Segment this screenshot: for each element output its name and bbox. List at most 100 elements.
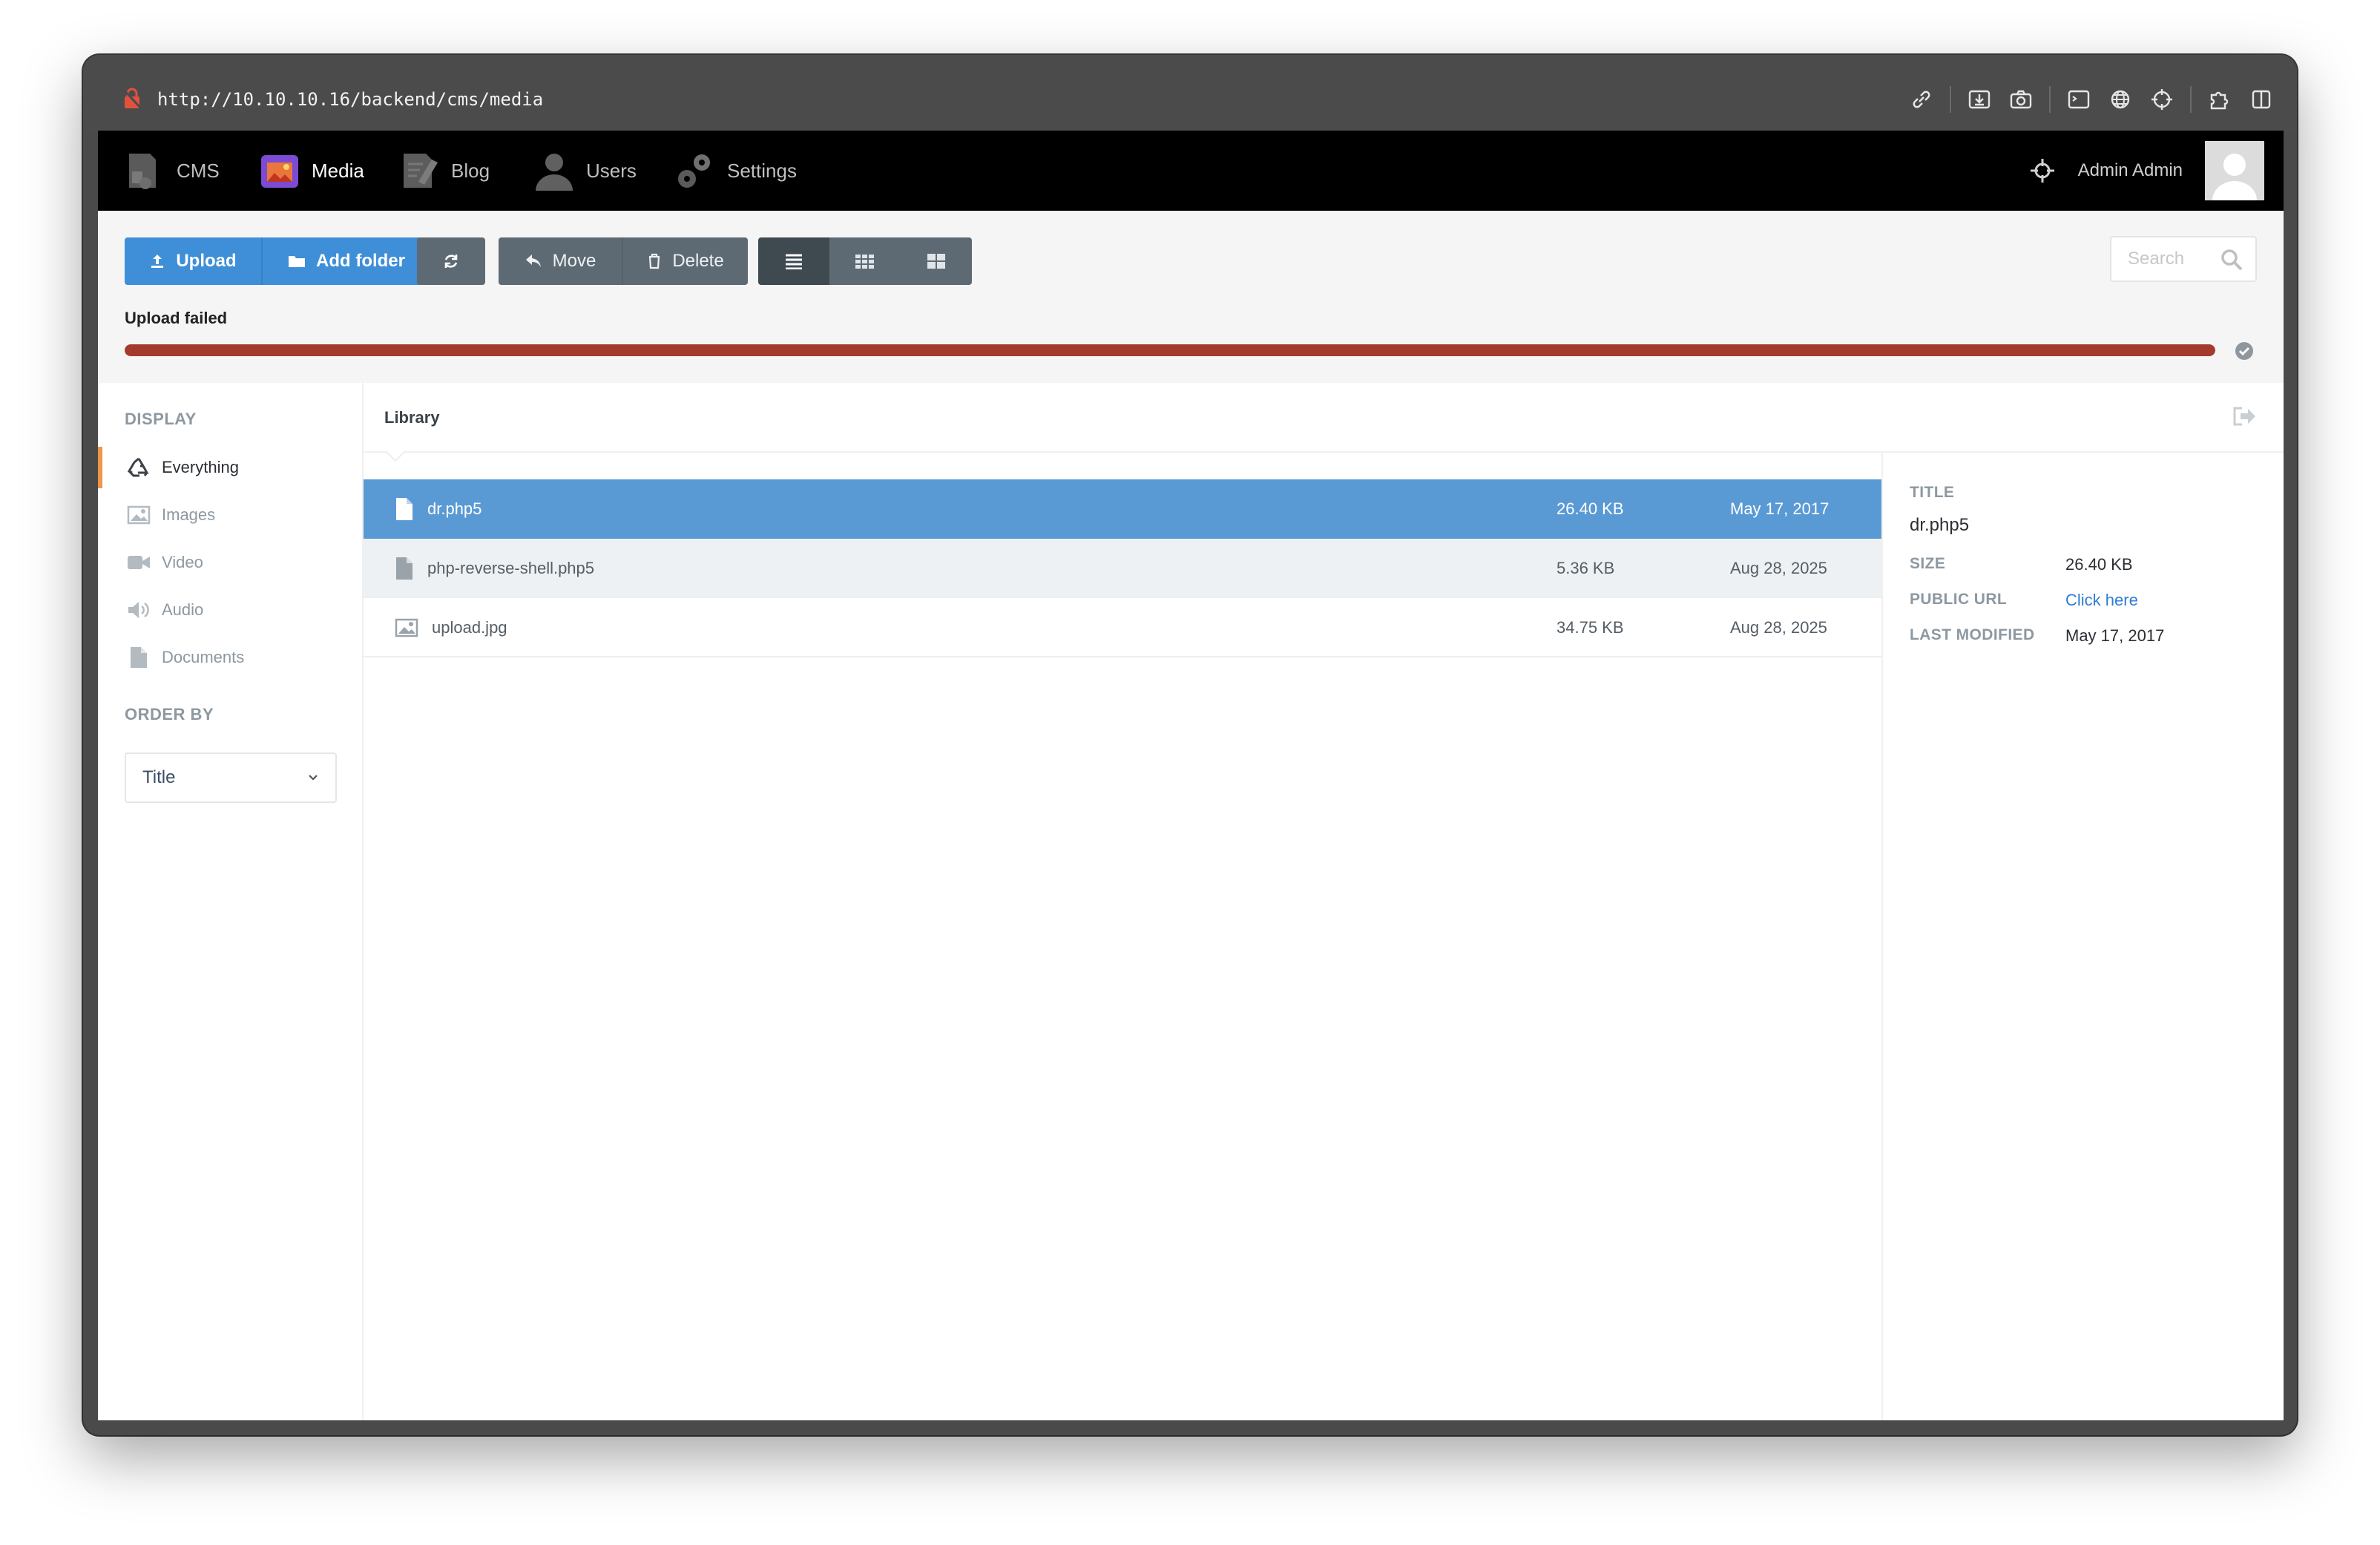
upload-progress-bar [125, 344, 2215, 356]
search-icon[interactable] [2220, 248, 2243, 272]
grid-view-button[interactable] [829, 237, 901, 285]
nav-item-blog[interactable]: Blog [398, 131, 490, 211]
sign-out-icon[interactable] [2232, 405, 2257, 427]
display-heading: DISPLAY [125, 410, 197, 428]
public-url-label: PUBLIC URL [1910, 591, 2008, 608]
file-row[interactable]: php-reverse-shell.php5 5.36 KB Aug 28, 2… [364, 539, 1881, 598]
terminal-icon[interactable] [2064, 85, 2094, 114]
library-title: Library [384, 408, 440, 427]
file-row[interactable]: dr.php5 26.40 KB May 17, 2017 [364, 479, 1881, 539]
nav-item-cms[interactable]: CMS [123, 131, 220, 211]
link-icon[interactable] [1907, 85, 1936, 114]
sidebar: DISPLAY Everything Images Video Audio Do… [98, 383, 364, 1420]
file-size: 5.36 KB [1556, 559, 1615, 577]
split-view-icon[interactable] [2246, 85, 2276, 114]
file-icon [396, 557, 412, 580]
move-label: Move [552, 251, 596, 271]
trash-icon [649, 253, 660, 269]
nav-label-blog: Blog [451, 159, 490, 182]
insecure-lock-icon[interactable] [122, 88, 142, 110]
order-by-select[interactable]: Title [125, 752, 337, 803]
large-grid-icon [927, 254, 945, 269]
camera-icon[interactable] [2006, 85, 2036, 114]
file-date: Aug 28, 2025 [1730, 618, 1827, 637]
file-date: Aug 28, 2025 [1730, 559, 1827, 577]
sidebar-item-everything[interactable]: Everything [98, 447, 364, 488]
recycle-icon [126, 456, 151, 479]
title-label: TITLE [1910, 484, 1955, 501]
file-name: upload.jpg [432, 618, 507, 637]
upload-status-text: Upload failed [125, 309, 228, 327]
sidebar-item-documents[interactable]: Documents [98, 637, 364, 678]
upload-icon [151, 255, 164, 268]
upload-button[interactable]: Upload [125, 237, 261, 285]
globe-icon[interactable] [2105, 85, 2135, 114]
sidebar-label-audio: Audio [162, 600, 204, 619]
delete-button[interactable]: Delete [622, 237, 748, 285]
search-box [2110, 236, 2257, 282]
sidebar-item-video[interactable]: Video [98, 542, 364, 583]
nav-item-media[interactable]: Media [258, 131, 364, 211]
file-name: dr.php5 [427, 499, 482, 518]
upload-label: Upload [176, 251, 237, 271]
page-viewport: CMS Media Blog Users Settings Admin Admi… [98, 131, 2284, 1420]
refresh-icon [444, 255, 458, 268]
speaker-icon [126, 599, 151, 621]
refresh-button[interactable] [417, 237, 485, 285]
browser-titlebar: http://10.10.10.16/backend/cms/media [83, 55, 2297, 131]
size-value: 26.40 KB [2065, 555, 2133, 574]
address-bar-url[interactable]: http://10.10.10.16/backend/cms/media [157, 89, 543, 110]
sidebar-label-everything: Everything [162, 458, 239, 476]
nav-label-cms: CMS [177, 159, 220, 182]
delete-label: Delete [672, 251, 724, 271]
extension-icon[interactable] [2205, 85, 2235, 114]
crosshair-nav-icon[interactable] [2029, 157, 2056, 184]
file-list: dr.php5 26.40 KB May 17, 2017 php-revers… [364, 479, 1881, 657]
view-mode-group [758, 237, 972, 285]
move-button[interactable]: Move [499, 237, 622, 285]
move-delete-button-group: Move Delete [499, 237, 748, 285]
last-modified-label: LAST MODIFIED [1910, 626, 2035, 643]
library-header: Library [364, 383, 2284, 462]
small-grid-icon [855, 255, 874, 269]
sidebar-label-video: Video [162, 553, 203, 571]
document-icon [126, 646, 151, 669]
browser-window: http://10.10.10.16/backend/cms/media CMS… [83, 55, 2297, 1435]
video-camera-icon [126, 551, 151, 574]
size-label: SIZE [1910, 555, 1946, 572]
file-icon [396, 498, 412, 520]
public-url-link[interactable]: Click here [2065, 591, 2138, 610]
file-row[interactable]: upload.jpg 34.75 KB Aug 28, 2025 [364, 598, 1881, 657]
order-by-heading: ORDER BY [125, 705, 214, 724]
upload-progress-fill [125, 344, 2215, 356]
top-navigation: CMS Media Blog Users Settings Admin Admi… [98, 131, 2284, 211]
refresh-button-group [417, 237, 485, 285]
add-folder-button[interactable]: Add folder [261, 237, 430, 285]
sidebar-item-images[interactable]: Images [98, 494, 364, 536]
last-modified-value: May 17, 2017 [2065, 626, 2165, 645]
file-date: May 17, 2017 [1730, 499, 1830, 518]
title-value: dr.php5 [1910, 515, 1970, 535]
file-name: php-reverse-shell.php5 [427, 559, 595, 577]
cms-icon [129, 154, 156, 189]
nav-label-settings: Settings [727, 159, 797, 182]
tile-view-button[interactable] [901, 237, 972, 285]
upload-button-group: Upload Add folder [125, 237, 430, 285]
nav-item-settings[interactable]: Settings [674, 131, 797, 211]
order-by-value: Title [142, 767, 176, 787]
chevron-down-icon [309, 775, 318, 781]
crosshair-icon[interactable] [2147, 85, 2177, 114]
user-name[interactable]: Admin Admin [2078, 160, 2183, 181]
image-file-icon [395, 618, 418, 637]
media-icon [261, 155, 298, 188]
list-view-button[interactable] [758, 237, 829, 285]
search-input[interactable] [2111, 237, 2223, 281]
toolbar-area: Upload Add folder Move Delete Search Upl… [98, 211, 2284, 383]
nav-label-users: Users [586, 159, 637, 182]
sidebar-item-audio[interactable]: Audio [98, 589, 364, 631]
check-circle-icon[interactable] [2235, 341, 2254, 361]
nav-item-users[interactable]: Users [533, 131, 637, 211]
file-size: 26.40 KB [1556, 499, 1624, 518]
download-icon[interactable] [1965, 85, 1994, 114]
avatar[interactable] [2205, 141, 2264, 200]
